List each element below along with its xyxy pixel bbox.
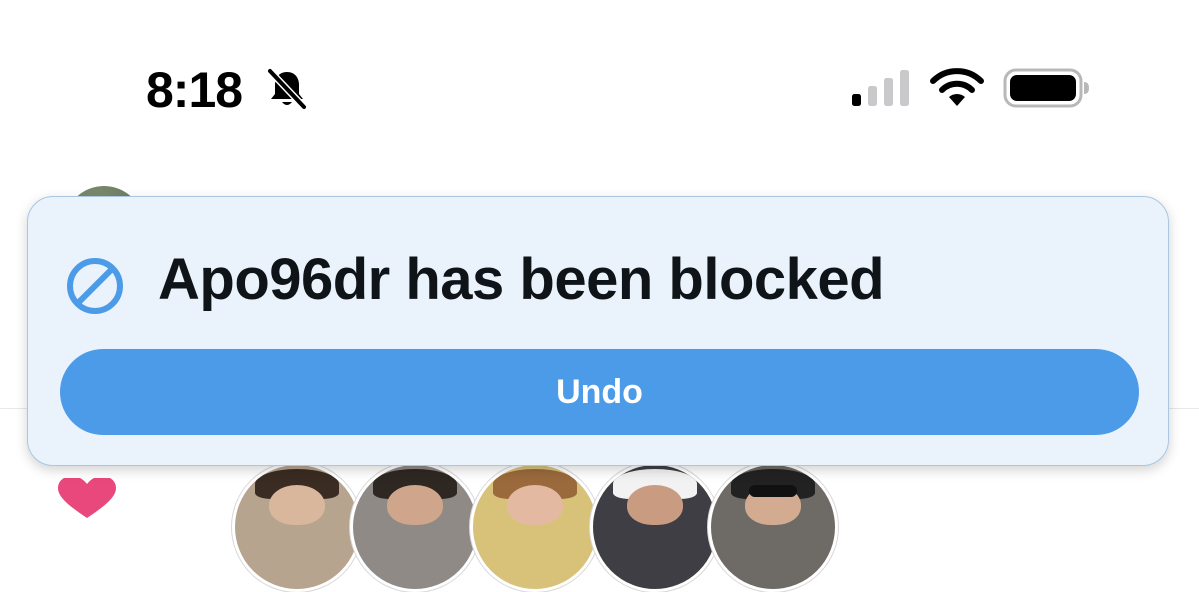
story-avatar[interactable] bbox=[232, 462, 362, 592]
sunglasses bbox=[749, 485, 797, 497]
cellular-signal-icon bbox=[852, 70, 909, 106]
story-avatar[interactable] bbox=[350, 462, 480, 592]
battery-icon bbox=[1003, 68, 1089, 108]
story-avatar[interactable] bbox=[590, 462, 720, 592]
status-time: 8:18 bbox=[146, 62, 243, 118]
block-icon bbox=[67, 258, 123, 314]
status-bar: 8:18 bbox=[0, 0, 1199, 170]
bell-slash-icon bbox=[266, 67, 308, 111]
toast-message: Apo96dr has been blocked bbox=[158, 247, 885, 312]
wifi-icon bbox=[930, 68, 984, 106]
story-avatar[interactable] bbox=[708, 462, 838, 592]
undo-button[interactable]: Undo bbox=[60, 349, 1139, 435]
blocked-toast: Apo96dr has been blocked Undo bbox=[27, 196, 1169, 466]
heart-icon bbox=[58, 478, 116, 518]
story-avatar[interactable] bbox=[470, 462, 600, 592]
